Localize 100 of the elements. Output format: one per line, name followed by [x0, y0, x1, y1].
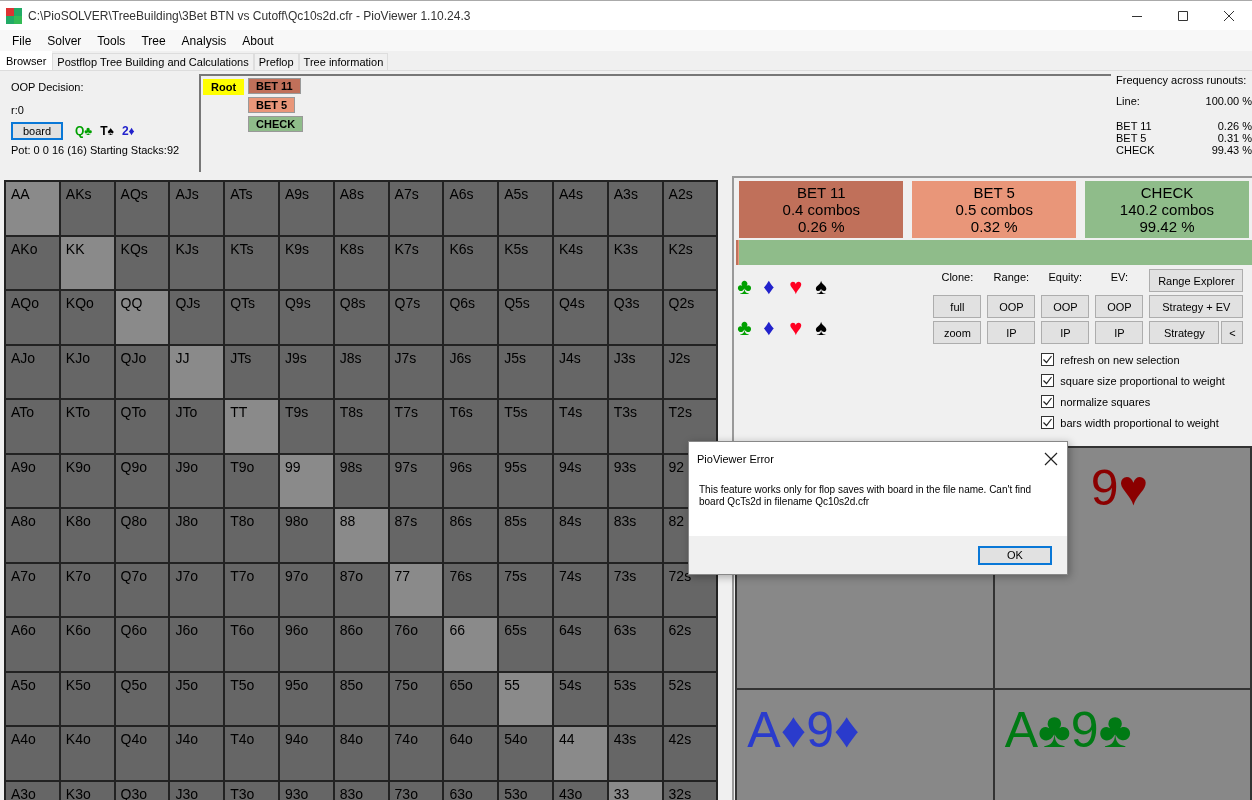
- hand-cell[interactable]: 44: [552, 726, 608, 781]
- hand-cell[interactable]: T9o: [224, 453, 279, 508]
- hand-cell[interactable]: T4s: [552, 399, 608, 454]
- tree-node[interactable]: Root: [203, 79, 245, 95]
- hand-cell[interactable]: 74o: [388, 726, 444, 781]
- suit-icon[interactable]: ♣: [737, 274, 756, 315]
- hand-cell[interactable]: J8o: [169, 508, 225, 563]
- hand-cell[interactable]: 97s: [388, 453, 444, 508]
- hand-cell[interactable]: JJ: [169, 344, 225, 399]
- hand-cell[interactable]: QTs: [224, 290, 279, 345]
- hand-cell[interactable]: KTo: [59, 399, 115, 454]
- control-button[interactable]: OOP: [987, 295, 1036, 318]
- hand-cell[interactable]: QJo: [114, 344, 170, 399]
- hand-cell[interactable]: K4o: [59, 726, 115, 781]
- hand-cell[interactable]: 97o: [279, 562, 334, 617]
- tab[interactable]: Browser: [0, 51, 53, 70]
- hand-cell[interactable]: J2s: [662, 344, 718, 399]
- hand-cell[interactable]: 84s: [552, 508, 608, 563]
- hand-cell[interactable]: 93s: [607, 453, 663, 508]
- hand-cell[interactable]: 94o: [279, 726, 334, 781]
- hand-cell[interactable]: Q2s: [662, 290, 718, 345]
- checkbox[interactable]: [1041, 353, 1055, 366]
- hand-cell[interactable]: K9o: [59, 453, 115, 508]
- ok-button[interactable]: OK: [978, 545, 1052, 565]
- hand-cell[interactable]: J7s: [388, 344, 444, 399]
- hand-cell[interactable]: 85s: [498, 508, 553, 563]
- hand-cell[interactable]: 65o: [443, 671, 499, 726]
- hand-cell[interactable]: J5o: [169, 671, 225, 726]
- hand-cell[interactable]: TT: [224, 399, 279, 454]
- suit-icon[interactable]: ♥: [789, 315, 808, 356]
- hand-cell[interactable]: 94s: [552, 453, 608, 508]
- hand-cell[interactable]: 86o: [333, 617, 389, 672]
- menu-item[interactable]: Tools: [89, 33, 134, 48]
- hand-cell[interactable]: K6o: [59, 617, 115, 672]
- tab[interactable]: Postflop Tree Building and Calculations: [52, 53, 254, 70]
- hand-cell[interactable]: AKo: [5, 235, 60, 290]
- hand-cell[interactable]: Q4o: [114, 726, 170, 781]
- hand-cell[interactable]: T9s: [279, 399, 334, 454]
- hand-cell[interactable]: Q5o: [114, 671, 170, 726]
- hand-cell[interactable]: 88: [333, 508, 389, 563]
- menu-item[interactable]: Analysis: [173, 33, 235, 48]
- suit-icon[interactable]: ♣: [737, 315, 756, 356]
- hand-cell[interactable]: K7o: [59, 562, 115, 617]
- hand-cell[interactable]: Q5s: [498, 290, 553, 345]
- hand-cell[interactable]: KK: [59, 235, 115, 290]
- hand-cell[interactable]: QJs: [169, 290, 225, 345]
- hand-cell[interactable]: T8o: [224, 508, 279, 563]
- hand-cell[interactable]: 75s: [498, 562, 553, 617]
- hand-cell[interactable]: T8s: [333, 399, 389, 454]
- hand-cell[interactable]: 62s: [662, 617, 718, 672]
- hand-cell[interactable]: T7s: [388, 399, 444, 454]
- hand-cell[interactable]: 95o: [279, 671, 334, 726]
- hand-cell[interactable]: AA: [5, 181, 60, 236]
- control-button[interactable]: IP: [1095, 321, 1144, 344]
- hand-cell[interactable]: 66: [443, 617, 499, 672]
- hand-cell[interactable]: J3s: [607, 344, 663, 399]
- hand-cell[interactable]: K9s: [279, 235, 334, 290]
- hand-cell[interactable]: T3o: [224, 780, 279, 800]
- hand-cell[interactable]: A5s: [498, 181, 553, 236]
- hand-cell[interactable]: AJo: [5, 344, 60, 399]
- checkbox[interactable]: [1041, 416, 1055, 429]
- hand-cell[interactable]: 99: [279, 453, 334, 508]
- hand-cell[interactable]: Q9o: [114, 453, 170, 508]
- hand-cell[interactable]: Q9s: [279, 290, 334, 345]
- hand-cell[interactable]: 63s: [607, 617, 663, 672]
- hand-cell[interactable]: AKs: [59, 181, 115, 236]
- control-button[interactable]: OOP: [1095, 295, 1144, 318]
- hand-cell[interactable]: 87o: [333, 562, 389, 617]
- hand-cell[interactable]: K7s: [388, 235, 444, 290]
- hand-cell[interactable]: 86s: [443, 508, 499, 563]
- hand-cell[interactable]: 96s: [443, 453, 499, 508]
- hand-cell[interactable]: A2s: [662, 181, 718, 236]
- hand-cell[interactable]: A8s: [333, 181, 389, 236]
- hand-cell[interactable]: A7o: [5, 562, 60, 617]
- hand-cell[interactable]: T6o: [224, 617, 279, 672]
- hand-cell[interactable]: K2s: [662, 235, 718, 290]
- hand-cell[interactable]: K5s: [498, 235, 553, 290]
- hand-cell[interactable]: Q7s: [388, 290, 444, 345]
- hand-cell[interactable]: A4o: [5, 726, 60, 781]
- hand-cell[interactable]: 95s: [498, 453, 553, 508]
- hand-cell[interactable]: 74s: [552, 562, 608, 617]
- hand-cell[interactable]: 98s: [333, 453, 389, 508]
- hand-cell[interactable]: K5o: [59, 671, 115, 726]
- hand-cell[interactable]: A6o: [5, 617, 60, 672]
- hand-cell[interactable]: A4s: [552, 181, 608, 236]
- hand-cell[interactable]: 77: [388, 562, 444, 617]
- hand-cell[interactable]: 54s: [552, 671, 608, 726]
- strategy-button[interactable]: Strategy: [1149, 321, 1220, 344]
- hand-cell[interactable]: J3o: [169, 780, 225, 800]
- hand-cell[interactable]: Q4s: [552, 290, 608, 345]
- hand-cell[interactable]: AQs: [114, 181, 170, 236]
- hand-cell[interactable]: 98o: [279, 508, 334, 563]
- tab[interactable]: Tree information: [298, 53, 389, 70]
- hand-cell[interactable]: 76o: [388, 617, 444, 672]
- tab[interactable]: Preflop: [253, 53, 299, 70]
- hand-cell[interactable]: A7s: [388, 181, 444, 236]
- hand-cell[interactable]: JTo: [169, 399, 225, 454]
- hand-cell[interactable]: K6s: [443, 235, 499, 290]
- suit-icon[interactable]: ♦: [763, 315, 782, 356]
- hand-cell[interactable]: T5o: [224, 671, 279, 726]
